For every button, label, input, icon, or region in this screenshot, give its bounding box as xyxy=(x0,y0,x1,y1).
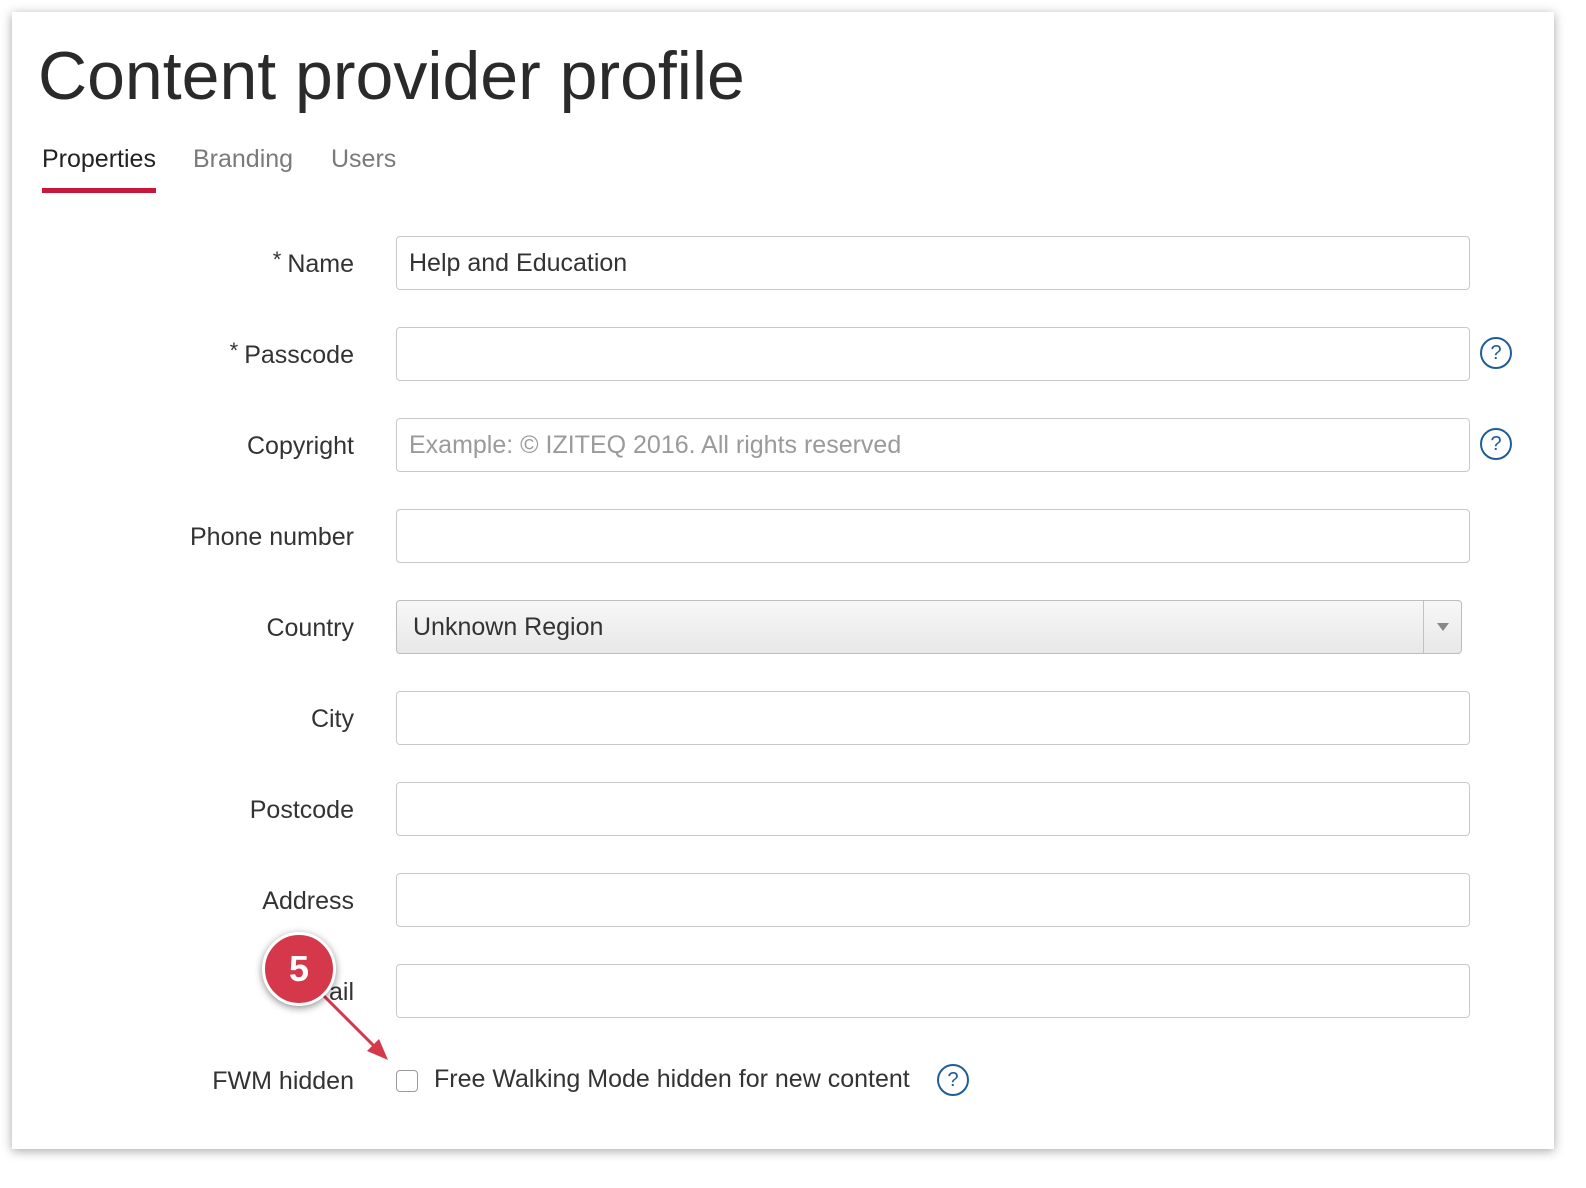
page-title: Content provider profile xyxy=(38,38,745,114)
passcode-row: * Passcode ? xyxy=(0,327,1560,383)
copyright-help-icon[interactable]: ? xyxy=(1480,428,1512,460)
postcode-input[interactable] xyxy=(396,782,1470,836)
postcode-label: Postcode xyxy=(249,795,354,824)
country-select[interactable]: Unknown Region xyxy=(396,600,1462,654)
passcode-input[interactable] xyxy=(396,327,1470,381)
fwm-label: FWM hidden xyxy=(212,1066,354,1095)
name-row: * Name xyxy=(0,236,1560,292)
annotation-step-badge: 5 xyxy=(262,932,336,1006)
city-label: City xyxy=(310,704,354,733)
fwm-hidden-checkbox[interactable] xyxy=(396,1070,418,1092)
city-row: City xyxy=(0,691,1560,747)
phone-row: Phone number xyxy=(0,509,1560,565)
address-row: Address xyxy=(0,873,1560,929)
phone-label: Phone number xyxy=(189,522,354,551)
country-row: Country Unknown Region xyxy=(0,600,1560,656)
address-label: Address xyxy=(262,886,354,915)
chevron-down-icon[interactable] xyxy=(1423,601,1461,653)
required-marker: * xyxy=(272,247,282,272)
email-row: ail xyxy=(0,964,1560,1020)
tab-users[interactable]: Users xyxy=(331,142,396,176)
postcode-row: Postcode xyxy=(0,782,1560,838)
tab-properties[interactable]: Properties xyxy=(42,142,156,193)
tab-branding[interactable]: Branding xyxy=(193,142,293,176)
fwm-checkbox-label[interactable]: Free Walking Mode hidden for new content xyxy=(434,1062,910,1096)
name-label-text: Name xyxy=(287,249,354,278)
required-marker: * xyxy=(229,338,239,363)
passcode-help-icon[interactable]: ? xyxy=(1480,337,1512,369)
country-label: Country xyxy=(266,613,354,642)
address-input[interactable] xyxy=(396,873,1470,927)
country-selected-value: Unknown Region xyxy=(413,613,604,641)
passcode-label: * Passcode xyxy=(230,327,354,383)
copyright-input[interactable] xyxy=(396,418,1470,472)
phone-input[interactable] xyxy=(396,509,1470,563)
fwm-help-icon[interactable]: ? xyxy=(937,1064,969,1096)
name-label: * Name xyxy=(273,236,354,292)
copyright-label: Copyright xyxy=(247,431,354,460)
email-input[interactable] xyxy=(396,964,1470,1018)
city-input[interactable] xyxy=(396,691,1470,745)
name-input[interactable] xyxy=(396,236,1470,290)
copyright-row: Copyright ? xyxy=(0,418,1560,474)
passcode-label-text: Passcode xyxy=(244,340,354,369)
